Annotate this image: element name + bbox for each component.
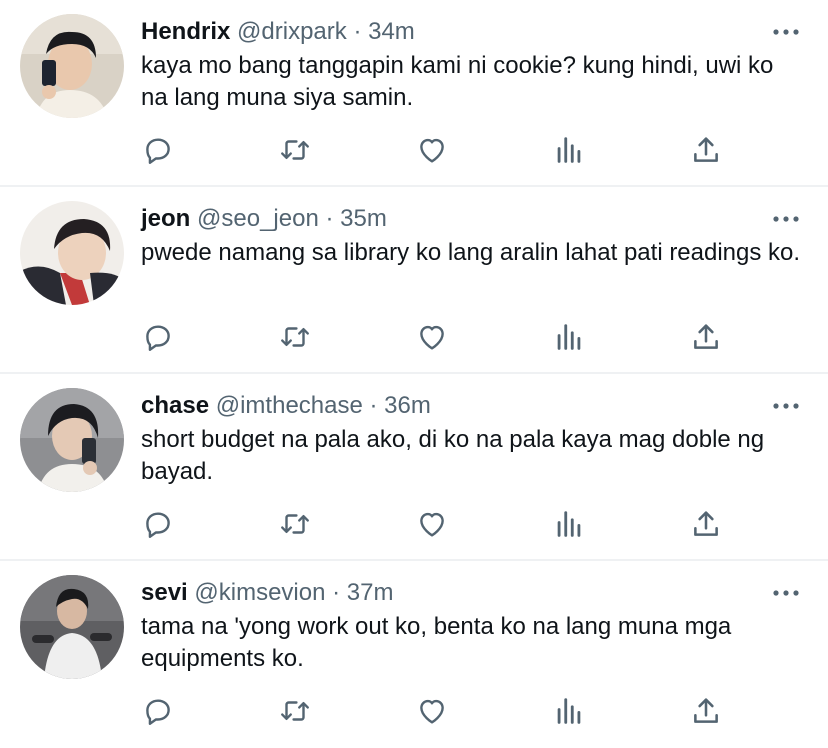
tweet-actions bbox=[140, 132, 740, 168]
more-horizontal-icon[interactable] bbox=[772, 581, 800, 605]
heart-icon[interactable] bbox=[414, 132, 450, 168]
tweet[interactable]: chase @imthechase · 36m short budget na … bbox=[0, 374, 828, 561]
separator-dot: · bbox=[332, 579, 341, 606]
tweet[interactable]: jeon @seo_jeon · 35m pwede namang sa lib… bbox=[0, 187, 828, 374]
more-horizontal-icon[interactable] bbox=[772, 394, 800, 418]
avatar[interactable] bbox=[20, 14, 124, 118]
views-chart-icon[interactable] bbox=[551, 506, 587, 542]
timestamp[interactable]: 35m bbox=[340, 205, 387, 232]
tweet-text: short budget na pala ako, di ko na pala … bbox=[141, 426, 765, 485]
separator-dot: · bbox=[325, 205, 334, 232]
views-chart-icon[interactable] bbox=[551, 319, 587, 355]
views-chart-icon[interactable] bbox=[551, 132, 587, 168]
separator-dot: · bbox=[353, 18, 362, 45]
more-horizontal-icon[interactable] bbox=[772, 207, 800, 231]
more-horizontal-icon[interactable] bbox=[772, 20, 800, 44]
share-icon[interactable] bbox=[688, 319, 724, 355]
display-name[interactable]: jeon bbox=[141, 205, 190, 232]
tweet-header: chase @imthechase · 36m bbox=[141, 392, 431, 420]
heart-icon[interactable] bbox=[414, 693, 450, 729]
user-handle[interactable]: @kimsevion bbox=[194, 579, 325, 606]
share-icon[interactable] bbox=[688, 693, 724, 729]
display-name[interactable]: sevi bbox=[141, 579, 188, 606]
tweet-header: sevi @kimsevion · 37m bbox=[141, 579, 393, 607]
tweet-actions bbox=[140, 319, 740, 355]
heart-icon[interactable] bbox=[414, 506, 450, 542]
reply-icon[interactable] bbox=[140, 319, 176, 355]
share-icon[interactable] bbox=[688, 506, 724, 542]
tweet-header: jeon @seo_jeon · 35m bbox=[141, 205, 387, 233]
share-icon[interactable] bbox=[688, 132, 724, 168]
retweet-icon[interactable] bbox=[277, 319, 313, 355]
user-handle[interactable]: @seo_jeon bbox=[197, 205, 319, 232]
display-name[interactable]: Hendrix bbox=[141, 18, 230, 45]
timeline: Hendrix @drixpark · 34m kaya mo bang tan… bbox=[0, 0, 828, 748]
timestamp[interactable]: 36m bbox=[384, 392, 431, 419]
tweet-actions bbox=[140, 693, 740, 729]
timestamp[interactable]: 34m bbox=[368, 18, 415, 45]
user-handle[interactable]: @drixpark bbox=[237, 18, 347, 45]
user-handle[interactable]: @imthechase bbox=[216, 392, 363, 419]
views-chart-icon[interactable] bbox=[551, 693, 587, 729]
separator-dot: · bbox=[369, 392, 378, 419]
tweet[interactable]: Hendrix @drixpark · 34m kaya mo bang tan… bbox=[0, 0, 828, 187]
tweet-text: kaya mo bang tanggapin kami ni cookie? k… bbox=[141, 52, 774, 111]
reply-icon[interactable] bbox=[140, 506, 176, 542]
avatar[interactable] bbox=[20, 575, 124, 679]
reply-icon[interactable] bbox=[140, 132, 176, 168]
tweet-text: tama na 'yong work out ko, benta ko na l… bbox=[141, 613, 732, 672]
tweet-header: Hendrix @drixpark · 34m bbox=[141, 18, 415, 46]
timestamp[interactable]: 37m bbox=[347, 579, 394, 606]
retweet-icon[interactable] bbox=[277, 506, 313, 542]
avatar[interactable] bbox=[20, 388, 124, 492]
tweet-actions bbox=[140, 506, 740, 542]
tweet[interactable]: sevi @kimsevion · 37m tama na 'yong work… bbox=[0, 561, 828, 748]
retweet-icon[interactable] bbox=[277, 132, 313, 168]
retweet-icon[interactable] bbox=[277, 693, 313, 729]
tweet-text: pwede namang sa library ko lang aralin l… bbox=[141, 239, 801, 266]
reply-icon[interactable] bbox=[140, 693, 176, 729]
display-name[interactable]: chase bbox=[141, 392, 209, 419]
heart-icon[interactable] bbox=[414, 319, 450, 355]
avatar[interactable] bbox=[20, 201, 124, 305]
